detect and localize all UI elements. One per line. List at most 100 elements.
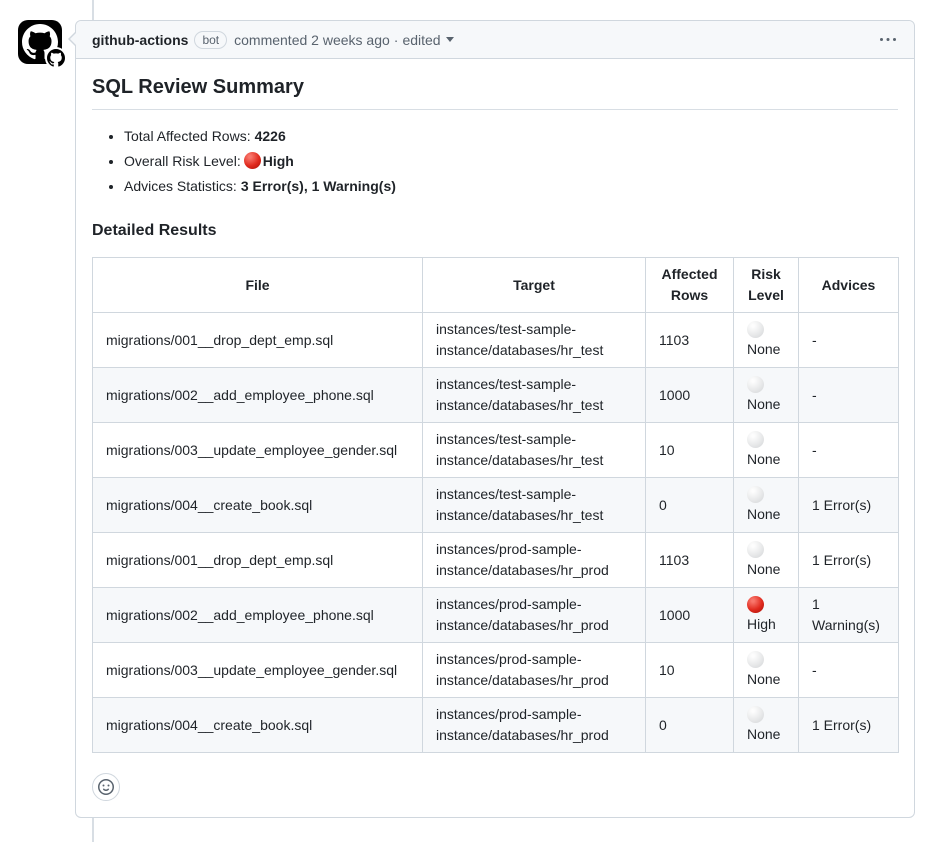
file-cell: migrations/002__add_employee_phone.sql [93, 368, 423, 423]
risk-circle-icon [747, 706, 764, 723]
edited-label: edited [402, 32, 440, 48]
advices-cell: - [799, 423, 899, 478]
file-cell: migrations/004__create_book.sql [93, 478, 423, 533]
advices-statistics-item: Advices Statistics:3 Error(s), 1 Warning… [124, 176, 898, 197]
bot-avatar-badge-icon [45, 47, 67, 69]
affected-rows-cell: 10 [646, 643, 734, 698]
risk-circle-icon [747, 431, 764, 448]
advices-cell: 1 Error(s) [799, 478, 899, 533]
total-affected-rows-label: Total Affected Rows: [124, 128, 251, 144]
advices-cell: - [799, 643, 899, 698]
affected-rows-cell: 0 [646, 698, 734, 753]
advices-cell: 1 Error(s) [799, 533, 899, 588]
file-cell: migrations/001__drop_dept_emp.sql [93, 313, 423, 368]
target-cell: instances/prod-sample- instance/database… [423, 698, 646, 753]
risk-level-cell: High [734, 588, 799, 643]
target-cell: instances/test-sample- instance/database… [423, 313, 646, 368]
risk-level-label: None [747, 726, 780, 742]
risk-circle-icon [747, 321, 764, 338]
target-cell: instances/test-sample- instance/database… [423, 423, 646, 478]
risk-level-cell: None [734, 313, 799, 368]
author-login[interactable]: github-actions [92, 32, 188, 48]
target-cell: instances/prod-sample- instance/database… [423, 533, 646, 588]
total-affected-rows-value: 4226 [255, 128, 286, 144]
column-header-risk-level: Risk Level [734, 258, 799, 313]
overall-risk-level-label: Overall Risk Level: [124, 153, 241, 169]
table-row: migrations/003__update_employee_gender.s… [93, 423, 899, 478]
advices-cell: 1 Error(s) [799, 698, 899, 753]
advices-cell: - [799, 368, 899, 423]
file-cell: migrations/001__drop_dept_emp.sql [93, 533, 423, 588]
kebab-horizontal-icon [880, 32, 896, 48]
chevron-down-icon [446, 37, 454, 42]
advices-cell: - [799, 313, 899, 368]
table-row: migrations/001__drop_dept_emp.sql instan… [93, 313, 899, 368]
smiley-icon [98, 779, 114, 795]
affected-rows-cell: 10 [646, 423, 734, 478]
risk-circle-icon [747, 376, 764, 393]
file-cell: migrations/003__update_employee_gender.s… [93, 423, 423, 478]
github-actions-avatar[interactable] [18, 20, 62, 64]
table-row: migrations/001__drop_dept_emp.sql instan… [93, 533, 899, 588]
risk-level-cell: None [734, 533, 799, 588]
risk-level-label: None [747, 561, 780, 577]
table-row: migrations/004__create_book.sql instance… [93, 478, 899, 533]
target-cell: instances/test-sample- instance/database… [423, 478, 646, 533]
table-row: migrations/002__add_employee_phone.sql i… [93, 588, 899, 643]
bot-badge: bot [194, 31, 227, 49]
table-header-row: File Target Affected Rows Risk Level Adv… [93, 258, 899, 313]
affected-rows-cell: 0 [646, 478, 734, 533]
target-cell: instances/prod-sample- instance/database… [423, 643, 646, 698]
meta-separator: · [394, 32, 399, 48]
risk-circle-icon [747, 541, 764, 558]
column-header-affected-rows: Affected Rows [646, 258, 734, 313]
file-cell: migrations/003__update_employee_gender.s… [93, 643, 423, 698]
file-cell: migrations/004__create_book.sql [93, 698, 423, 753]
column-header-advices: Advices [799, 258, 899, 313]
comment-body: SQL Review Summary Total Affected Rows:4… [76, 59, 914, 817]
affected-rows-cell: 1103 [646, 533, 734, 588]
risk-circle-icon [747, 596, 764, 613]
risk-level-label: None [747, 451, 780, 467]
risk-level-cell: None [734, 368, 799, 423]
risk-level-cell: None [734, 698, 799, 753]
affected-rows-cell: 1000 [646, 588, 734, 643]
risk-level-label: High [747, 616, 776, 632]
edited-dropdown[interactable]: edited [402, 32, 453, 48]
table-row: migrations/004__create_book.sql instance… [93, 698, 899, 753]
summary-list: Total Affected Rows:4226 Overall Risk Le… [92, 126, 898, 197]
file-cell: migrations/002__add_employee_phone.sql [93, 588, 423, 643]
affected-rows-cell: 1103 [646, 313, 734, 368]
risk-level-label: None [747, 341, 780, 357]
overall-risk-level-item: Overall Risk Level: High [124, 151, 898, 172]
risk-level-cell: None [734, 643, 799, 698]
add-reaction-button[interactable] [92, 773, 120, 801]
risk-level-label: None [747, 396, 780, 412]
target-cell: instances/test-sample- instance/database… [423, 368, 646, 423]
advices-statistics-label: Advices Statistics: [124, 178, 237, 194]
risk-level-cell: None [734, 423, 799, 478]
column-header-target: Target [423, 258, 646, 313]
comment-card: github-actions bot commented 2 weeks ago… [75, 20, 915, 818]
overall-risk-level-value: High [263, 153, 294, 169]
risk-level-label: None [747, 671, 780, 687]
risk-circle-icon [747, 651, 764, 668]
results-table: File Target Affected Rows Risk Level Adv… [92, 257, 899, 753]
summary-title: SQL Review Summary [92, 75, 898, 110]
total-affected-rows-item: Total Affected Rows:4226 [124, 126, 898, 147]
column-header-file: File [93, 258, 423, 313]
affected-rows-cell: 1000 [646, 368, 734, 423]
advices-cell: 1 Warning(s) [799, 588, 899, 643]
advices-statistics-value: 3 Error(s), 1 Warning(s) [241, 178, 396, 194]
risk-circle-icon [747, 486, 764, 503]
kebab-menu-button[interactable] [878, 30, 898, 50]
risk-level-label: None [747, 506, 780, 522]
detailed-results-title: Detailed Results [92, 221, 898, 241]
risk-level-cell: None [734, 478, 799, 533]
comment-tail [68, 31, 76, 47]
red-circle-icon [244, 152, 261, 169]
table-row: migrations/002__add_employee_phone.sql i… [93, 368, 899, 423]
table-row: migrations/003__update_employee_gender.s… [93, 643, 899, 698]
comment-meta: commented 2 weeks ago [234, 32, 390, 48]
comment-header: github-actions bot commented 2 weeks ago… [76, 21, 914, 59]
